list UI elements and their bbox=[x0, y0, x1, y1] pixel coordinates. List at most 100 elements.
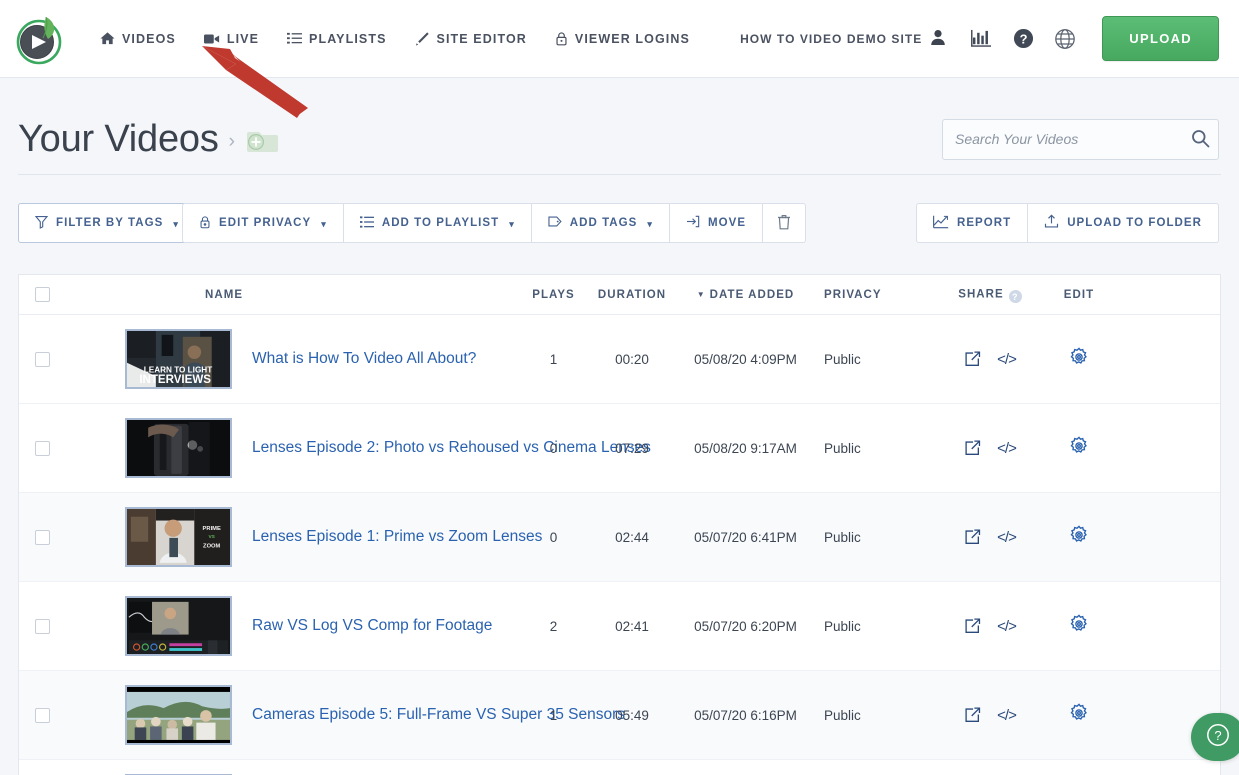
gear-icon[interactable] bbox=[1068, 702, 1090, 724]
video-thumbnail[interactable] bbox=[125, 418, 232, 478]
table-header-row: NAME PLAYS DURATION ▼ DATE ADDED PRIVACY … bbox=[19, 275, 1220, 315]
breadcrumb-separator: › bbox=[228, 131, 235, 152]
video-thumbnail[interactable]: LEARN TO LIGHT INTERVIEWS bbox=[125, 329, 232, 389]
row-date-added: 05/08/20 4:09PM bbox=[694, 351, 797, 367]
search-container bbox=[942, 118, 1219, 160]
video-title-link[interactable]: Lenses Episode 1: Prime vs Zoom Lenses bbox=[252, 528, 542, 546]
brand-logo[interactable] bbox=[12, 11, 68, 67]
row-date-added: 05/07/20 6:20PM bbox=[694, 618, 797, 634]
row-name-cell: LEARN TO LIGHT INTERVIEWS What is How To… bbox=[66, 329, 516, 389]
filter-by-tags-label: FILTER BY TAGS bbox=[56, 217, 164, 229]
move-arrow-icon bbox=[686, 215, 700, 231]
edit-privacy-button[interactable]: EDIT PRIVACY ▾ bbox=[182, 203, 344, 243]
report-button[interactable]: REPORT bbox=[915, 203, 1029, 243]
upload-button[interactable]: UPLOAD bbox=[1102, 16, 1219, 61]
nav-item-live[interactable]: LIVE bbox=[190, 0, 273, 78]
row-checkbox-cell bbox=[19, 529, 66, 545]
column-header-plays[interactable]: PLAYS bbox=[516, 289, 591, 301]
column-header-duration[interactable]: DURATION bbox=[591, 289, 673, 301]
table-row[interactable]: PRIME VS ZOOM Lenses Episode 1: Prime vs… bbox=[19, 493, 1220, 582]
report-label: REPORT bbox=[956, 217, 1012, 229]
nav-label-live: LIVE bbox=[226, 31, 260, 46]
actions-toolbar: FILTER BY TAGS ▾ EDIT PRIVACY ▾ ADD TO P… bbox=[0, 203, 1239, 243]
move-button[interactable]: MOVE bbox=[669, 203, 764, 243]
video-thumbnail[interactable] bbox=[125, 685, 232, 745]
share-help-icon[interactable]: ? bbox=[1008, 290, 1022, 303]
row-duration: 05:49 bbox=[615, 707, 649, 723]
column-header-privacy[interactable]: PRIVACY bbox=[818, 289, 936, 301]
row-checkbox[interactable] bbox=[35, 529, 50, 545]
table-row[interactable]: LEARN TO LIGHT INTERVIEWS What is How To… bbox=[19, 315, 1220, 404]
column-header-name[interactable]: NAME bbox=[66, 289, 516, 301]
nav-item-viewer-logins[interactable]: VIEWER LOGINS bbox=[541, 0, 704, 78]
share-external-icon[interactable] bbox=[964, 618, 981, 634]
add-tags-label: ADD TAGS bbox=[569, 217, 638, 229]
row-duration: 02:44 bbox=[615, 529, 649, 545]
embed-code-icon[interactable]: </> bbox=[997, 440, 1017, 457]
gear-icon[interactable] bbox=[1068, 524, 1090, 546]
row-edit-cell bbox=[1044, 613, 1114, 640]
row-plays: 0 bbox=[549, 529, 558, 545]
gear-icon[interactable] bbox=[1068, 435, 1090, 457]
share-external-icon[interactable] bbox=[964, 529, 981, 545]
search-input[interactable] bbox=[942, 118, 1219, 160]
video-title-link[interactable]: Raw VS Log VS Comp for Footage bbox=[252, 617, 492, 635]
globe-icon[interactable] bbox=[1044, 18, 1086, 60]
nav-label-site-editor: SITE EDITOR bbox=[436, 31, 527, 46]
table-row[interactable] bbox=[19, 760, 1220, 775]
row-name-cell: Cameras Episode 5: Full-Frame VS Super 3… bbox=[66, 685, 625, 745]
share-external-icon[interactable] bbox=[964, 707, 981, 723]
row-checkbox-cell bbox=[19, 351, 66, 367]
search-icon[interactable] bbox=[1191, 129, 1210, 153]
row-plays: 1 bbox=[549, 351, 558, 367]
video-title-link[interactable]: What is How To Video All About? bbox=[252, 350, 476, 368]
upload-to-folder-button[interactable]: UPLOAD TO FOLDER bbox=[1028, 203, 1219, 243]
add-tags-button[interactable]: ADD TAGS ▾ bbox=[531, 203, 670, 243]
tag-icon bbox=[548, 215, 562, 231]
row-duration: 00:20 bbox=[615, 351, 649, 367]
add-to-playlist-label: ADD TO PLAYLIST bbox=[381, 217, 500, 229]
video-thumbnail[interactable] bbox=[125, 596, 232, 656]
row-share-cell: </> bbox=[936, 707, 1044, 724]
row-privacy: Public bbox=[824, 351, 861, 367]
svg-text:VS: VS bbox=[208, 534, 215, 540]
column-header-date-added[interactable]: ▼ DATE ADDED bbox=[673, 289, 818, 301]
help-support-button[interactable]: ? bbox=[1191, 713, 1239, 761]
select-all-checkbox[interactable] bbox=[35, 287, 50, 302]
embed-code-icon[interactable]: </> bbox=[997, 707, 1017, 724]
nav-right-section: HOW TO VIDEO DEMO SITE ? UPLOAD bbox=[740, 16, 1239, 61]
row-privacy: Public bbox=[824, 707, 861, 723]
share-external-icon[interactable] bbox=[964, 351, 981, 367]
embed-code-icon[interactable]: </> bbox=[997, 529, 1017, 546]
video-thumbnail[interactable]: PRIME VS ZOOM bbox=[125, 507, 232, 567]
nav-item-videos[interactable]: VIDEOS bbox=[86, 0, 190, 78]
nav-label-viewer-logins: VIEWER LOGINS bbox=[574, 31, 690, 46]
nav-item-playlists[interactable]: PLAYLISTS bbox=[273, 0, 401, 78]
delete-button[interactable] bbox=[763, 203, 807, 243]
row-checkbox[interactable] bbox=[35, 707, 50, 723]
row-duration: 02:41 bbox=[615, 618, 649, 634]
row-share-cell: </> bbox=[936, 618, 1044, 635]
row-checkbox[interactable] bbox=[35, 351, 50, 367]
trash-icon bbox=[777, 214, 791, 233]
add-to-playlist-button[interactable]: ADD TO PLAYLIST ▾ bbox=[343, 203, 532, 243]
add-folder-icon[interactable] bbox=[243, 127, 281, 160]
account-menu[interactable]: HOW TO VIDEO DEMO SITE bbox=[740, 29, 960, 49]
embed-code-icon[interactable]: </> bbox=[997, 618, 1017, 635]
nav-item-site-editor[interactable]: SITE EDITOR bbox=[401, 0, 541, 78]
gear-icon[interactable] bbox=[1068, 346, 1090, 368]
row-plays: 1 bbox=[549, 707, 558, 723]
table-row[interactable]: Lenses Episode 2: Photo vs Rehoused vs C… bbox=[19, 404, 1220, 493]
table-row[interactable]: Raw VS Log VS Comp for Footage 2 02:41 0… bbox=[19, 582, 1220, 671]
row-checkbox[interactable] bbox=[35, 618, 50, 634]
row-checkbox-cell bbox=[19, 707, 66, 723]
embed-code-icon[interactable]: </> bbox=[997, 351, 1017, 368]
row-share-cell: </> bbox=[936, 440, 1044, 457]
analytics-icon[interactable] bbox=[960, 18, 1002, 60]
filter-by-tags-button[interactable]: FILTER BY TAGS ▾ bbox=[18, 203, 196, 243]
gear-icon[interactable] bbox=[1068, 613, 1090, 635]
row-checkbox[interactable] bbox=[35, 440, 50, 456]
share-external-icon[interactable] bbox=[964, 440, 981, 456]
help-circle-icon[interactable]: ? bbox=[1002, 18, 1044, 60]
table-row[interactable]: Cameras Episode 5: Full-Frame VS Super 3… bbox=[19, 671, 1220, 760]
